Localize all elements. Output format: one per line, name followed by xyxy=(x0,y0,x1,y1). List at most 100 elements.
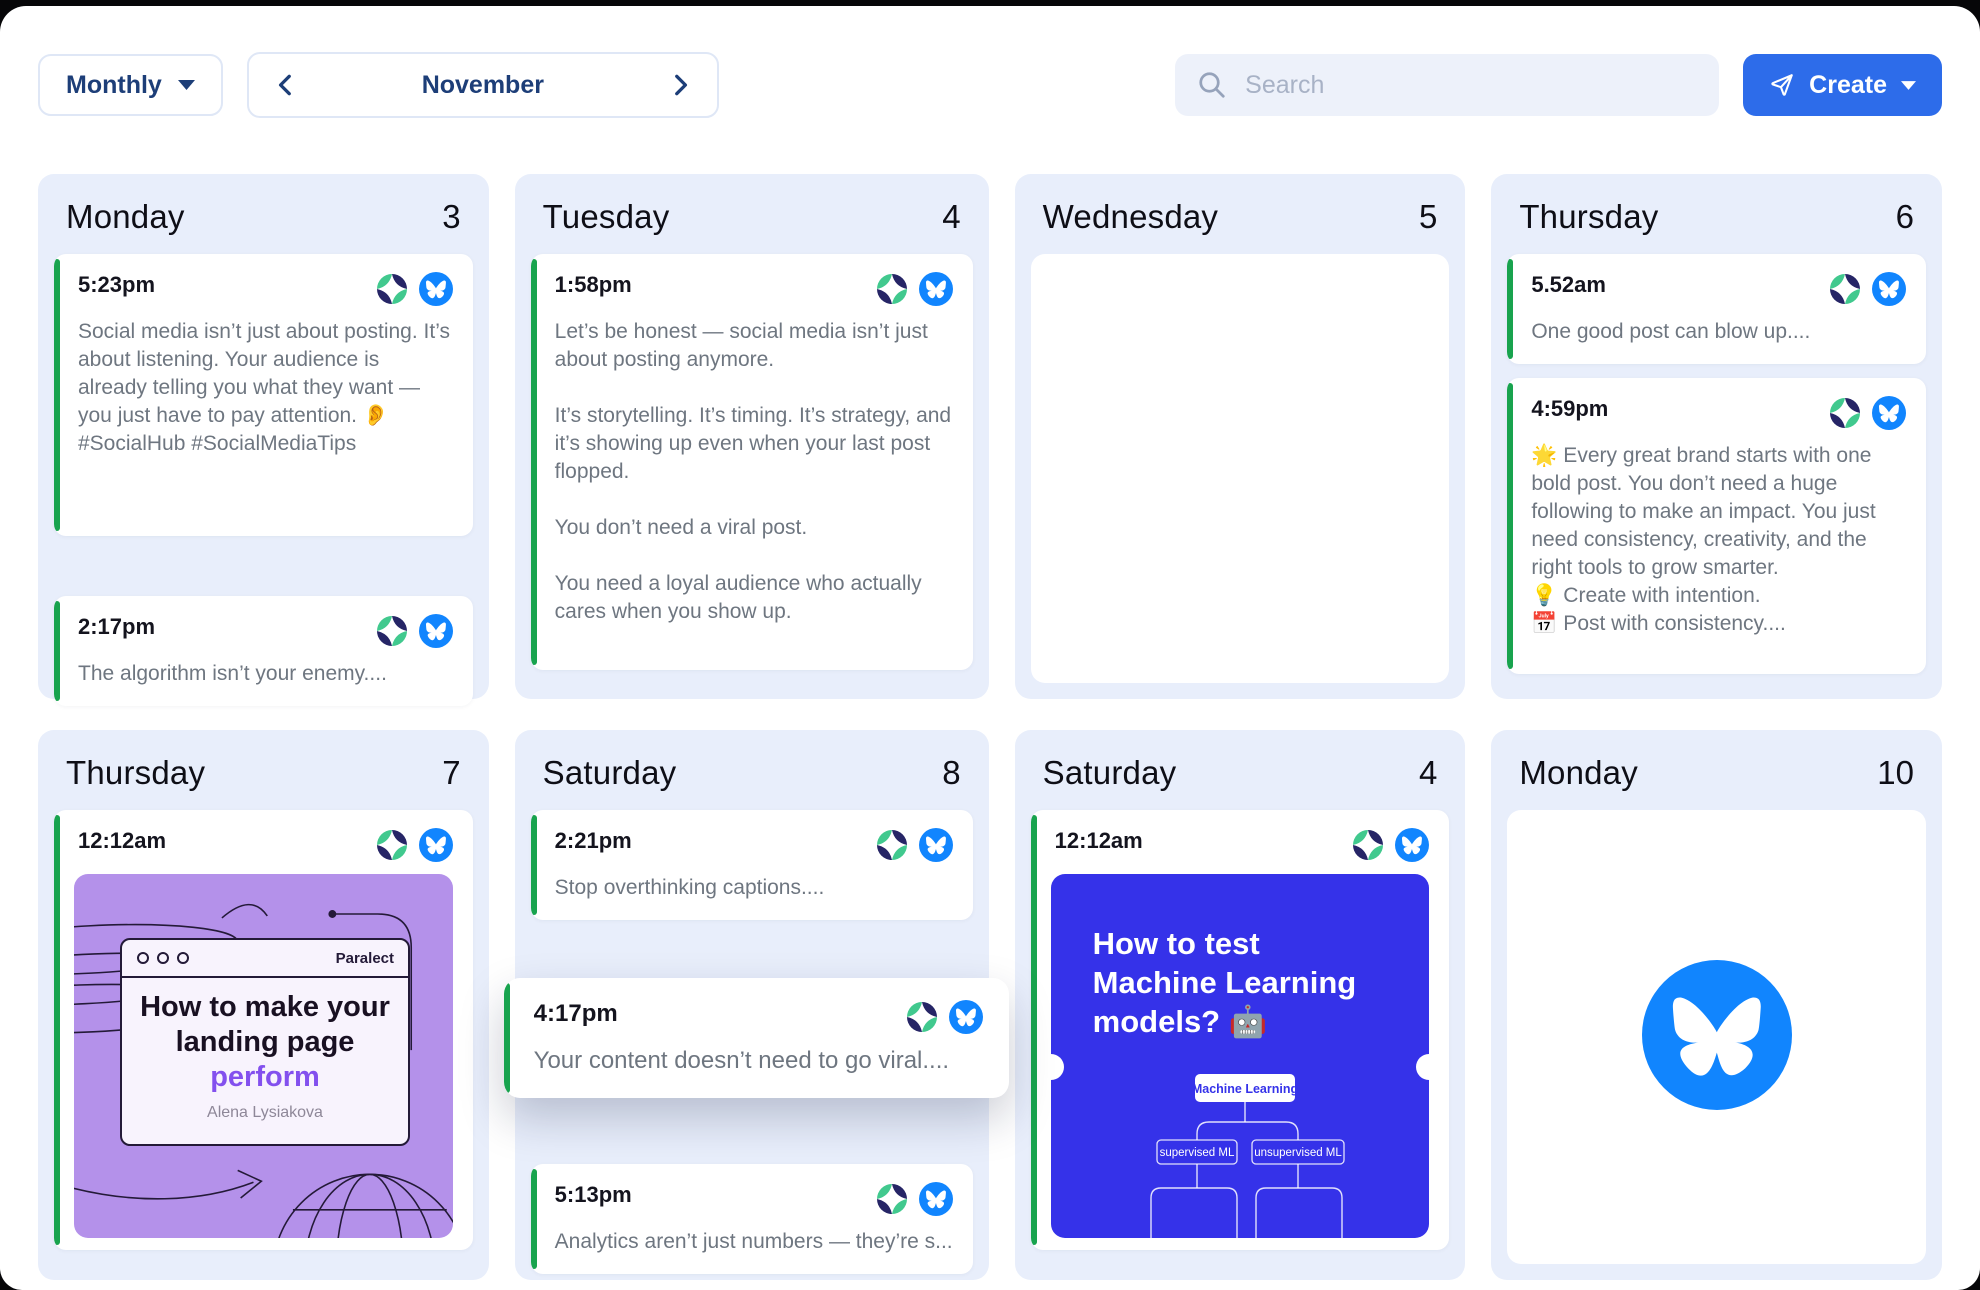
day-card-wednesday-5: Wednesday 5 xyxy=(1015,174,1466,699)
post-accent-bar xyxy=(504,983,510,1093)
landing-image-title: How to make your landing page perform xyxy=(122,990,408,1095)
next-month-button[interactable] xyxy=(663,68,697,102)
day-name: Monday xyxy=(1519,754,1638,792)
svg-text:unsupervised ML: unsupervised ML xyxy=(1254,1147,1342,1159)
bluesky-icon xyxy=(1642,960,1792,1110)
window-dots-icon xyxy=(136,951,194,965)
bluesky-icon xyxy=(949,1000,983,1034)
create-button[interactable]: Create xyxy=(1743,54,1942,116)
day-card-thursday-7: Thursday 7 12:12am Paralect How to make … xyxy=(38,730,489,1280)
post-text: Social media isn’t just about posting. I… xyxy=(74,318,453,458)
post-time: 4:59pm xyxy=(1527,396,1608,422)
create-button-label: Create xyxy=(1809,71,1887,100)
post-time: 1:58pm xyxy=(551,272,632,298)
app-logo-icon xyxy=(375,614,409,648)
post-time: 2:17pm xyxy=(74,614,155,640)
bluesky-icon xyxy=(919,272,953,306)
chevron-right-icon xyxy=(667,72,693,98)
bluesky-icon xyxy=(919,828,953,862)
post-text: 🌟 Every great brand starts with one bold… xyxy=(1527,442,1906,638)
post-time: 5:13pm xyxy=(551,1182,632,1208)
post-header: 5:13pm xyxy=(551,1182,953,1216)
post-channel-badges xyxy=(875,1182,953,1216)
day-header: Saturday 4 xyxy=(1031,746,1450,810)
day-card-saturday-4: Saturday 4 12:12am How to test Machine L… xyxy=(1015,730,1466,1280)
post-card[interactable]: 12:12am How to test Machine Learning mod… xyxy=(1031,810,1450,1250)
post-time: 12:12am xyxy=(74,828,166,854)
post-channel-badges xyxy=(875,828,953,862)
post-channel-badges xyxy=(875,272,953,306)
post-card[interactable]: 4:17pm Your content doesn’t need to go v… xyxy=(504,978,1009,1098)
post-card[interactable]: 5.52am One good post can blow up.... xyxy=(1507,254,1926,364)
post-card[interactable]: 5:13pm Analytics aren’t just numbers — t… xyxy=(531,1164,973,1274)
day-header: Thursday 7 xyxy=(54,746,473,810)
ml-image-title: How to test Machine Learning models? 🤖 xyxy=(1051,874,1430,1041)
post-header: 2:17pm xyxy=(74,614,453,648)
post-time: 2:21pm xyxy=(551,828,632,854)
day-body: 12:12am Paralect How to make your landin… xyxy=(54,810,473,1264)
app-logo-icon xyxy=(905,1000,939,1034)
post-card[interactable]: 2:21pm Stop overthinking captions.... xyxy=(531,810,973,920)
prev-month-button[interactable] xyxy=(269,68,303,102)
post-text: Analytics aren’t just numbers — they’re … xyxy=(551,1228,953,1256)
post-card[interactable]: 5:23pm Social media isn’t just about pos… xyxy=(54,254,473,536)
day-header: Monday 3 xyxy=(54,190,473,254)
day-number: 6 xyxy=(1896,198,1914,236)
post-header: 5:23pm xyxy=(74,272,453,306)
app-logo-icon xyxy=(875,1182,909,1216)
day-card-monday-10: Monday 10 xyxy=(1491,730,1942,1280)
day-name: Monday xyxy=(66,198,185,236)
landing-title-accent: perform xyxy=(210,1061,320,1093)
post-card[interactable]: 1:58pm Let’s be honest — social media is… xyxy=(531,254,973,670)
view-selector-dropdown[interactable]: Monthly xyxy=(38,54,223,116)
post-channel-badges xyxy=(1351,828,1429,862)
post-text: The algorithm isn’t your enemy.... xyxy=(74,660,453,688)
post-time: 4:17pm xyxy=(530,1000,618,1028)
post-card[interactable]: 12:12am Paralect How to make your landin… xyxy=(54,810,473,1250)
chevron-down-icon xyxy=(1901,81,1916,90)
day-name: Wednesday xyxy=(1043,198,1218,236)
day-name: Tuesday xyxy=(543,198,670,236)
bluesky-logo xyxy=(1642,960,1792,1115)
day-card-thursday-6: Thursday 6 5.52am One good post can blow… xyxy=(1491,174,1942,699)
bluesky-icon xyxy=(1395,828,1429,862)
post-accent-bar xyxy=(1031,815,1037,1245)
post-card[interactable]: 4:59pm 🌟 Every great brand starts with o… xyxy=(1507,378,1926,674)
app-logo-icon xyxy=(1351,828,1385,862)
post-accent-bar xyxy=(54,815,60,1245)
post-channel-badges xyxy=(375,614,453,648)
bluesky-post-panel[interactable] xyxy=(1507,810,1926,1264)
bluesky-icon xyxy=(419,614,453,648)
post-accent-bar xyxy=(54,601,60,701)
day-name: Thursday xyxy=(66,754,205,792)
search-input[interactable] xyxy=(1243,70,1697,101)
post-accent-bar xyxy=(1507,259,1513,359)
post-text: Stop overthinking captions.... xyxy=(551,874,953,902)
bluesky-icon xyxy=(419,272,453,306)
post-time: 12:12am xyxy=(1051,828,1143,854)
toolbar-right: Create xyxy=(1175,54,1942,116)
day-card-monday-3: Monday 3 5:23pm Social media isn’t just … xyxy=(38,174,489,699)
send-icon xyxy=(1769,72,1795,98)
bluesky-icon xyxy=(919,1182,953,1216)
day-number: 4 xyxy=(942,198,960,236)
day-number: 7 xyxy=(442,754,460,792)
toolbar-left: Monthly November xyxy=(38,52,719,118)
post-text: Let’s be honest — social media isn’t jus… xyxy=(551,318,953,626)
brand-label: Paralect xyxy=(336,950,394,967)
calendar-grid: Monday 3 5:23pm Social media isn’t just … xyxy=(0,118,1980,1280)
day-name: Saturday xyxy=(543,754,677,792)
app-logo-icon xyxy=(1828,272,1862,306)
post-channel-badges xyxy=(375,828,453,862)
app-logo-icon xyxy=(1828,396,1862,430)
post-channel-badges xyxy=(375,272,453,306)
post-header: 4:59pm xyxy=(1527,396,1906,430)
chevron-down-icon xyxy=(178,80,195,90)
post-card[interactable]: 2:17pm The algorithm isn’t your enemy...… xyxy=(54,596,473,706)
day-header: Monday 10 xyxy=(1507,746,1926,810)
day-number: 10 xyxy=(1877,754,1914,792)
post-header: 4:17pm xyxy=(530,1000,983,1034)
app-logo-icon xyxy=(375,828,409,862)
day-card-saturday-8: Saturday 8 2:21pm Stop overthinking capt… xyxy=(515,730,989,1280)
day-number: 3 xyxy=(442,198,460,236)
